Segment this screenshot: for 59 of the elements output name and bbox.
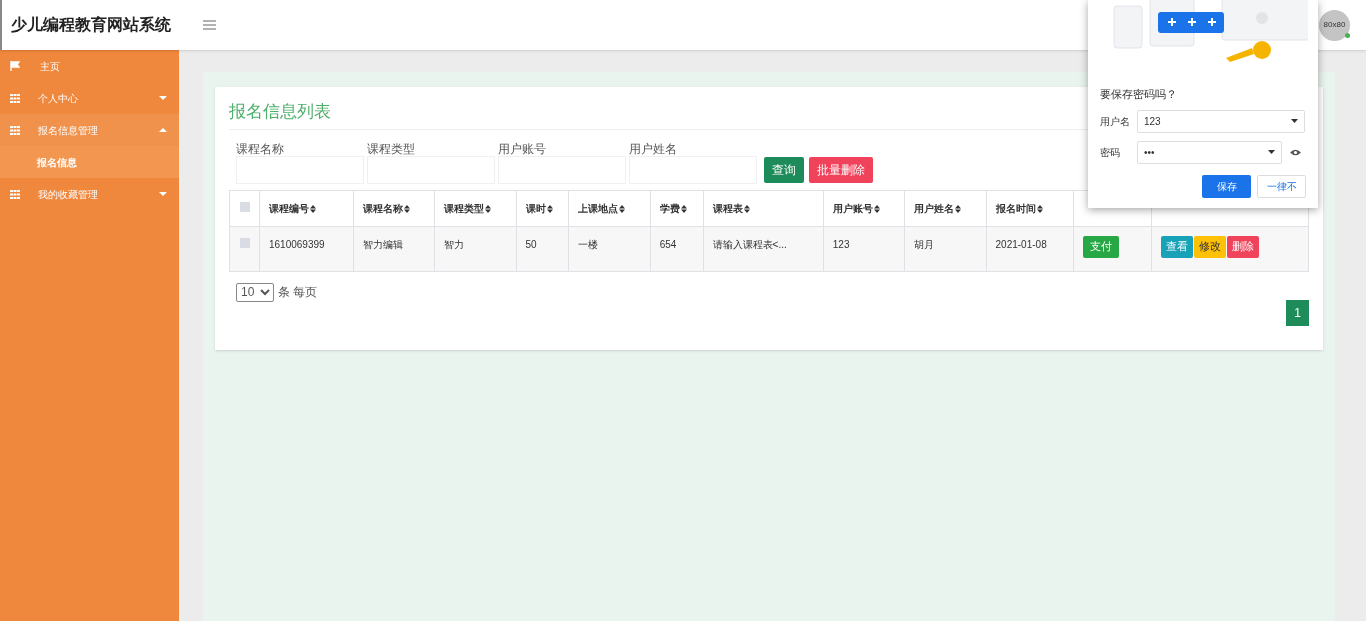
column-header[interactable]: 学费 <box>650 190 704 226</box>
popup-title: 要保存密码吗？ <box>1100 87 1178 102</box>
filter-label: 课程类型 <box>367 140 416 156</box>
search-button[interactable]: 查询 <box>764 156 804 183</box>
sort-icon[interactable] <box>743 204 750 213</box>
filter-label: 课程名称 <box>236 140 285 156</box>
column-header[interactable]: 用户账号 <box>823 190 905 226</box>
grid-icon <box>10 93 20 103</box>
grid-icon <box>10 189 20 199</box>
edit-button[interactable]: 修改 <box>1194 235 1226 258</box>
username-label: 用户名 <box>1100 114 1131 129</box>
column-header[interactable]: 课程类型 <box>434 190 516 226</box>
dropdown-caret-icon[interactable] <box>1268 150 1275 154</box>
column-header[interactable]: 上课地点 <box>568 190 651 226</box>
sort-icon[interactable] <box>680 204 687 213</box>
never-button[interactable]: 一律不 <box>1257 174 1306 198</box>
eye-icon[interactable] <box>1290 148 1301 156</box>
page-button[interactable]: 1 <box>1286 299 1309 326</box>
avatar[interactable]: 80x80 <box>1319 9 1350 41</box>
filter-label: 用户姓名 <box>629 140 678 156</box>
table-cell: 一楼 <box>568 226 651 271</box>
column-header[interactable]: 课程表 <box>703 190 824 226</box>
password-label: 密码 <box>1100 145 1121 160</box>
table-cell: 智力编辑 <box>353 226 435 271</box>
page-size-label: 条 每页 <box>278 284 318 301</box>
table-cell: 123 <box>823 226 905 271</box>
table-cell: 2021-01-08 <box>986 226 1074 271</box>
table-cell: 1610069399 <box>259 226 354 271</box>
sort-icon[interactable] <box>1036 204 1043 213</box>
dropdown-caret-icon[interactable] <box>1291 119 1298 123</box>
page-size-select[interactable]: 10 <box>236 282 274 302</box>
column-header[interactable]: 课程名称 <box>353 190 435 226</box>
grid-icon <box>10 125 20 135</box>
sort-icon[interactable] <box>955 204 962 213</box>
table-cell: 50 <box>516 226 569 271</box>
table-cell: 请输入课程表<... <box>703 226 824 271</box>
sort-icon[interactable] <box>873 204 880 213</box>
flag-icon <box>10 61 20 71</box>
sort-icon[interactable] <box>403 204 410 213</box>
sort-icon[interactable] <box>485 204 492 213</box>
password-select[interactable]: ••• <box>1137 140 1282 164</box>
column-header[interactable]: 课时 <box>516 190 569 226</box>
username-select[interactable]: 123 <box>1137 109 1305 133</box>
delete-button[interactable]: 删除 <box>1227 235 1259 258</box>
column-header[interactable]: 报名时间 <box>986 190 1074 226</box>
save-button[interactable]: 保存 <box>1202 174 1251 198</box>
batch-delete-button[interactable]: 批量删除 <box>809 156 873 183</box>
filter-label: 用户账号 <box>498 140 547 156</box>
column-header[interactable]: 课程编号 <box>259 190 354 226</box>
table-cell: 智力 <box>434 226 516 271</box>
select-all-checkbox[interactable] <box>239 201 250 212</box>
table-cell: 胡月 <box>904 226 987 271</box>
sort-icon[interactable] <box>310 204 316 213</box>
column-header[interactable]: 用户姓名 <box>904 190 987 226</box>
table-cell: 654 <box>650 226 704 271</box>
row-checkbox[interactable] <box>239 237 250 248</box>
sort-icon[interactable] <box>619 204 626 213</box>
sort-icon[interactable] <box>546 204 553 213</box>
site-title: 少儿编程教育网站系统 <box>11 15 171 35</box>
